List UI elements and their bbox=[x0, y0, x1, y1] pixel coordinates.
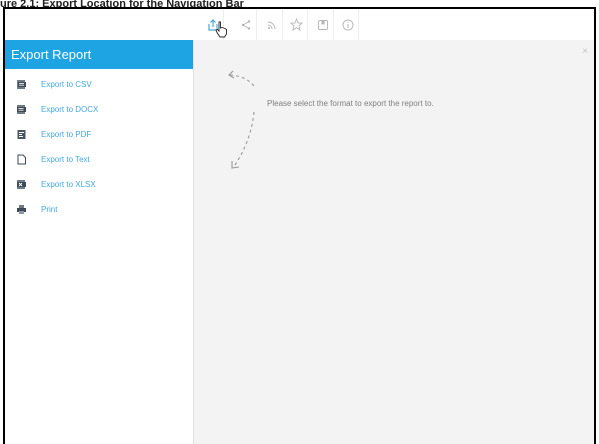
dashed-arrows-icon bbox=[228, 70, 255, 169]
toolbar bbox=[5, 9, 594, 41]
text-file-icon bbox=[17, 154, 26, 165]
menu-label: Export to XLSX bbox=[41, 180, 96, 189]
rss-button[interactable] bbox=[261, 9, 283, 40]
menu-label: Export to PDF bbox=[41, 130, 92, 139]
info-icon bbox=[342, 19, 353, 30]
xlsx-file-icon bbox=[17, 180, 26, 189]
info-button[interactable] bbox=[337, 9, 359, 40]
menu-label: Export to CSV bbox=[41, 80, 92, 89]
close-icon[interactable]: × bbox=[582, 47, 588, 57]
favourite-button[interactable] bbox=[286, 9, 308, 40]
export-to-csv-item[interactable]: Export to CSV bbox=[5, 72, 193, 97]
menu-label: Export to Text bbox=[41, 155, 90, 164]
hand-cursor-icon bbox=[215, 21, 227, 38]
export-sidebar: Export Report Export to CSV Export to DO… bbox=[5, 40, 194, 444]
share-button[interactable] bbox=[235, 9, 257, 40]
bookmark-icon bbox=[317, 19, 328, 30]
export-content-panel: × Please select the format to export the… bbox=[194, 40, 594, 444]
export-menu: Export to CSV Export to DOCX Export to P… bbox=[5, 72, 193, 222]
sidebar-title: Export Report bbox=[5, 40, 193, 69]
csv-file-icon bbox=[17, 80, 26, 89]
export-instruction-text: Please select the format to export the r… bbox=[267, 99, 434, 108]
app-window: Export Report Export to CSV Export to DO… bbox=[3, 7, 596, 444]
export-to-text-item[interactable]: Export to Text bbox=[5, 147, 193, 172]
export-to-pdf-item[interactable]: Export to PDF bbox=[5, 122, 193, 147]
menu-label: Export to DOCX bbox=[41, 105, 99, 114]
export-to-docx-item[interactable]: Export to DOCX bbox=[5, 97, 193, 122]
star-icon bbox=[290, 18, 303, 31]
rss-icon bbox=[267, 21, 275, 29]
menu-label: Print bbox=[41, 205, 58, 214]
share-icon bbox=[241, 19, 250, 30]
pdf-file-icon bbox=[17, 130, 26, 139]
bookmark-button[interactable] bbox=[312, 9, 334, 40]
print-item[interactable]: Print bbox=[5, 197, 193, 222]
printer-icon bbox=[17, 205, 26, 214]
export-to-xlsx-item[interactable]: Export to XLSX bbox=[5, 172, 193, 197]
docx-file-icon bbox=[17, 105, 26, 114]
